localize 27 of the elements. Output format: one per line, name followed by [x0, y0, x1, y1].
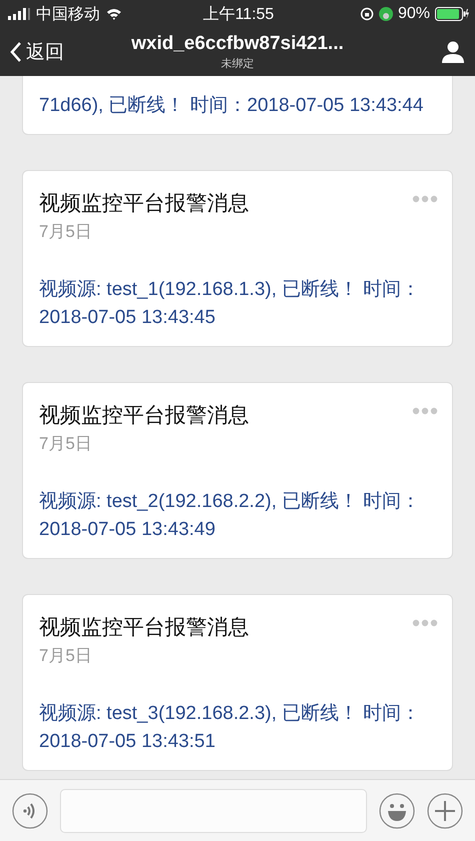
voice-icon[interactable] [12, 792, 48, 828]
message-title: 视频监控平台报警消息 [39, 403, 249, 429]
emoji-icon[interactable] [379, 792, 415, 828]
message-date: 7月5日 [39, 433, 92, 455]
clock-time: 上午11:55 [203, 4, 274, 24]
chat-subtitle: 未绑定 [221, 56, 254, 71]
battery-percent: 90% [398, 5, 430, 23]
message-title: 视频监控平台报警消息 [39, 191, 249, 217]
message-input[interactable] [60, 788, 367, 832]
message-date: 7月5日 [39, 221, 92, 243]
back-icon [10, 41, 22, 63]
signal-icon [8, 8, 30, 20]
message-body: 视频源: test_1(192.168.1.3), 已断线！ 时间：2018-07-05 13:43:45 [39, 278, 422, 330]
chat-title: wxid_e6ccfbw87si421... [131, 33, 344, 55]
back-button[interactable]: 返回 [10, 39, 90, 65]
battery-icon [435, 7, 470, 21]
wifi-icon [106, 8, 122, 20]
message-title: 视频监控平台报警消息 [39, 615, 249, 641]
plus-icon[interactable] [427, 792, 463, 828]
message-body: 视频源: test_3(192.168.2.3), 已断线！ 时间：2018-07-05 13:43:51 [39, 702, 422, 754]
message-body: 71d66), 已断线！ 时间：2018-07-05 13:43:44 [39, 94, 424, 118]
profile-icon[interactable] [441, 40, 465, 64]
message-date: 7月5日 [39, 645, 92, 667]
message-body: 视频源: test_2(192.168.2.2), 已断线！ 时间：2018-07-05 13:43:49 [39, 490, 422, 542]
carrier-name: 中国移动 [36, 4, 100, 24]
status-badge-icon [378, 7, 393, 21]
rotation-lock-icon [360, 7, 374, 21]
